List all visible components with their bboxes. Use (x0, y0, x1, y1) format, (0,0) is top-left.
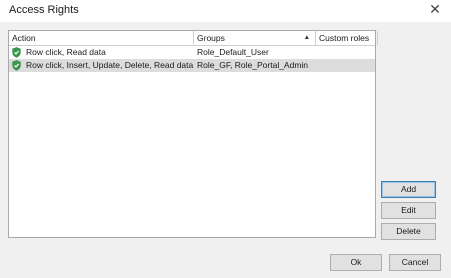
window-title: Access Rights (9, 4, 79, 16)
cell-custom-roles (316, 46, 376, 59)
column-header-custom-roles-label: Custom roles (319, 33, 370, 43)
column-header-groups-label: Groups (197, 33, 225, 43)
sort-ascending-icon: ▲ (303, 34, 310, 41)
close-icon[interactable]: ✕ (428, 2, 442, 16)
shield-check-icon (12, 47, 21, 58)
shield-check-icon (12, 60, 21, 71)
cell-action: Row click, Read data (26, 47, 106, 57)
cell-action: Row click, Insert, Update, Delete, Read … (26, 60, 194, 70)
table-row-selected[interactable]: Row click, Insert, Update, Delete, Read … (9, 59, 375, 72)
access-rights-grid[interactable]: Action Groups ▲ Custom roles Row click, … (8, 30, 378, 238)
table-row[interactable]: Row click, Read data Role_Default_User (9, 46, 375, 59)
cell-groups: Role_GF, Role_Portal_Admin (197, 60, 309, 70)
column-header-action-label: Action (12, 33, 36, 43)
column-header-custom-roles[interactable]: Custom roles (316, 31, 378, 45)
column-header-action[interactable]: Action (9, 31, 194, 45)
cell-groups: Role_Default_User (197, 47, 269, 57)
cell-custom-roles (316, 59, 376, 72)
cancel-button[interactable]: Cancel (389, 254, 441, 271)
add-button[interactable]: Add (381, 181, 436, 198)
edit-button[interactable]: Edit (381, 202, 436, 219)
column-header-groups[interactable]: Groups ▲ (194, 31, 316, 45)
ok-button[interactable]: Ok (330, 254, 382, 271)
delete-button[interactable]: Delete (381, 223, 436, 240)
title-bar: Access Rights ✕ (0, 0, 451, 22)
grid-header: Action Groups ▲ Custom roles (9, 31, 378, 46)
